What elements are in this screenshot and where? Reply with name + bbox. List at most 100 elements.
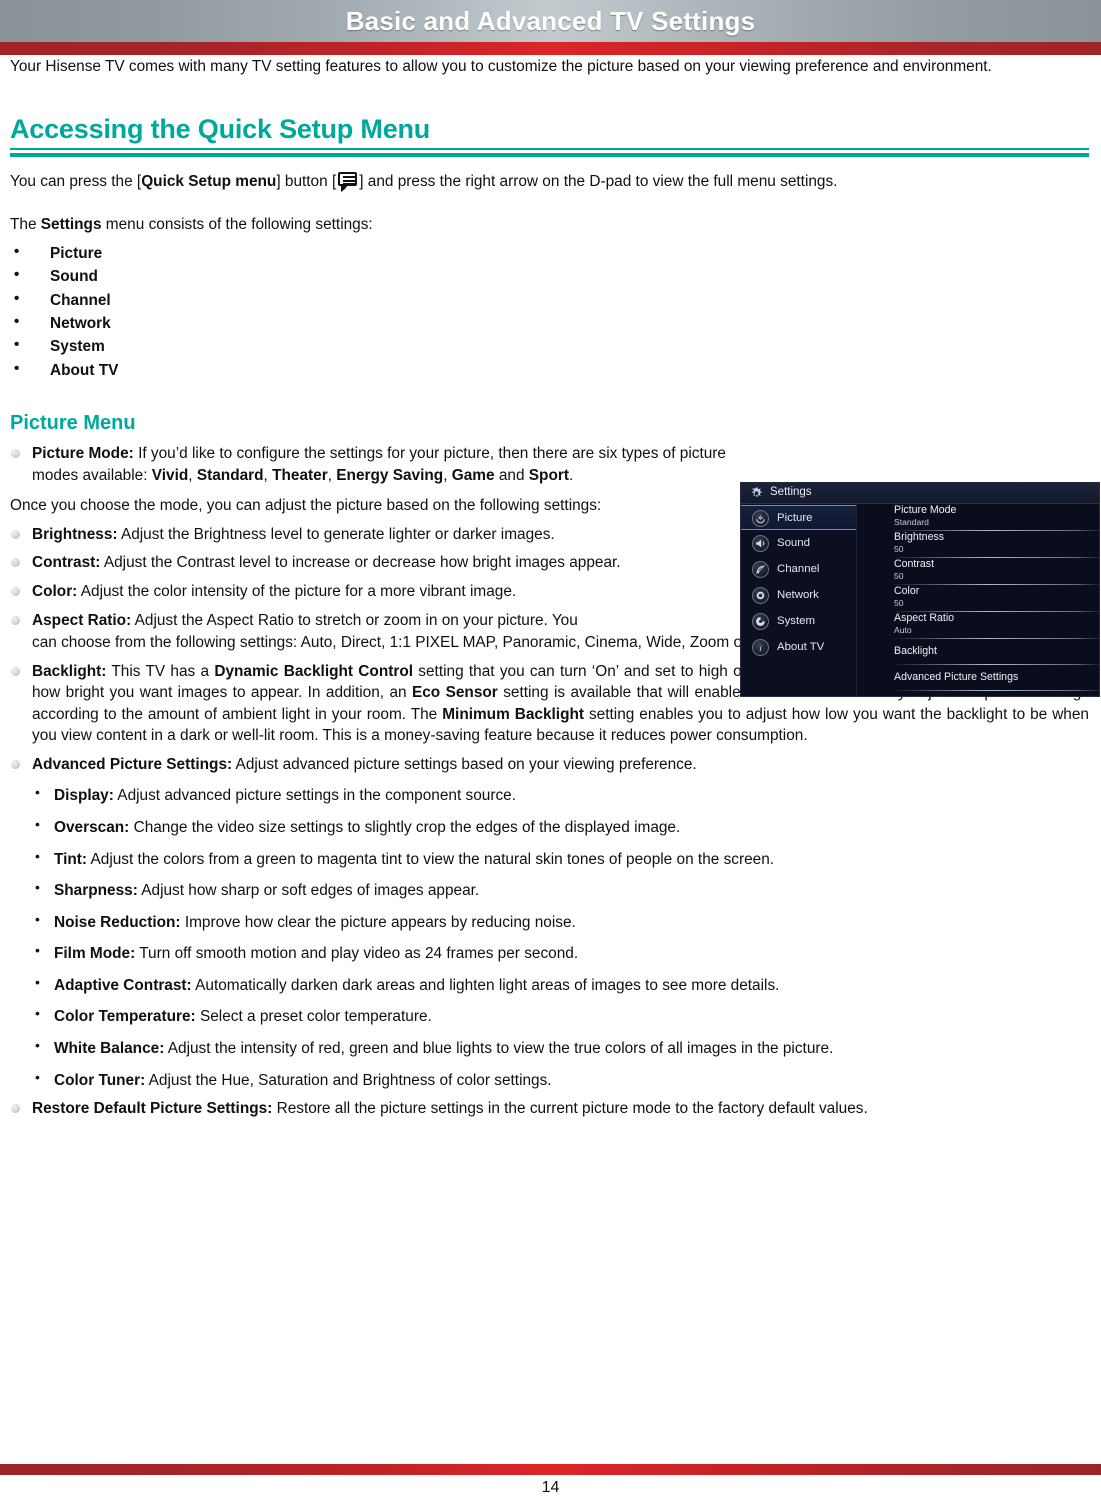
header-red-rule bbox=[0, 42, 1101, 55]
sidebar-item-system[interactable]: System bbox=[741, 609, 856, 634]
mode-vivid: Vivid bbox=[151, 466, 189, 484]
bullet-label: Restore Default Picture Settings: bbox=[32, 1100, 273, 1118]
bullet-label: Advanced Picture Settings: bbox=[32, 755, 233, 773]
tv-setting-row-picture-mode[interactable]: Picture Mode Standard bbox=[888, 504, 1099, 531]
list-item: System bbox=[10, 334, 1089, 358]
sub-bullet-label: Display: bbox=[54, 787, 114, 805]
bullet-label: Color: bbox=[32, 582, 78, 600]
bullet-contrast: Contrast: Adjust the Contrast level to i… bbox=[10, 552, 726, 574]
sub-bullet-adaptive-contrast: Adaptive Contrast: Automatically darken … bbox=[10, 973, 1089, 997]
tv-row-separator bbox=[894, 664, 1099, 665]
sub-bullet-text: Select a preset color temperature. bbox=[195, 1008, 432, 1026]
mode-standard: Standard bbox=[196, 466, 264, 484]
sidebar-item-channel[interactable]: Channel bbox=[741, 557, 856, 582]
picture-icon bbox=[752, 510, 769, 527]
section-heading-divider bbox=[10, 147, 1089, 157]
tv-row-separator bbox=[894, 690, 1099, 691]
instruction-text-mid: ] button [ bbox=[276, 172, 337, 190]
tv-setting-label: Contrast bbox=[894, 558, 935, 570]
term-minimum-backlight: Minimum Backlight bbox=[442, 705, 584, 723]
list-item: Sound bbox=[10, 264, 1089, 288]
sidebar-item-sound[interactable]: Sound bbox=[741, 531, 856, 556]
bullet-text: Adjust the Aspect Ratio to stretch or zo… bbox=[131, 611, 578, 629]
sub-bullet-text: Adjust the Hue, Saturation and Brightnes… bbox=[145, 1071, 552, 1089]
tv-setting-value: 50 bbox=[894, 571, 904, 581]
bullet-picture-mode: Picture Mode: If you’d like to configure… bbox=[10, 443, 726, 486]
sidebar-item-picture[interactable]: Picture bbox=[741, 505, 856, 530]
bullet-label: Brightness: bbox=[32, 525, 118, 543]
sub-bullet-tint: Tint: Adjust the colors from a green to … bbox=[10, 847, 1089, 871]
term-eco-sensor: Eco Sensor bbox=[411, 684, 498, 702]
page-title: Basic and Advanced TV Settings bbox=[345, 6, 756, 36]
tv-setting-row-aspect-ratio[interactable]: Aspect Ratio Auto bbox=[888, 612, 1099, 639]
tv-setting-value: Auto bbox=[894, 625, 912, 635]
tv-menu-title: Settings bbox=[770, 486, 812, 498]
sidebar-item-label: Network bbox=[777, 589, 819, 601]
tv-setting-row-restore-default-picture-settings[interactable]: Restore Default Picture Settings bbox=[888, 695, 1099, 696]
sub-bullet-label: Color Temperature: bbox=[54, 1008, 196, 1026]
footer-red-rule bbox=[0, 1464, 1101, 1475]
quick-setup-instruction: You can press the [Quick Setup menu] but… bbox=[10, 171, 1089, 193]
once-you-choose-paragraph: Once you choose the mode, you can adjust… bbox=[10, 497, 602, 515]
sub-bullet-color-tuner: Color Tuner: Adjust the Hue, Saturation … bbox=[10, 1068, 1089, 1092]
tv-setting-row-backlight[interactable]: Backlight bbox=[888, 643, 1099, 665]
menu-icon bbox=[338, 171, 358, 192]
settings-intro-bold: Settings bbox=[40, 216, 102, 234]
sub-bullet-text: Automatically darken dark areas and ligh… bbox=[191, 976, 780, 994]
mode-energy-saving: Energy Saving bbox=[336, 466, 444, 484]
sub-bullet-label: Film Mode: bbox=[54, 945, 136, 963]
sub-bullet-white-balance: White Balance: Adjust the intensity of r… bbox=[10, 1036, 1089, 1060]
tv-settings-screenshot: Settings Picture Sound Channel Network S… bbox=[740, 482, 1100, 697]
settings-menu-list: Picture Sound Channel Network System Abo… bbox=[10, 241, 1089, 382]
tv-setting-row-contrast[interactable]: Contrast 50 bbox=[888, 558, 1099, 585]
sidebar-item-label: Sound bbox=[777, 537, 810, 549]
tv-menu-body: Picture Sound Channel Network System i A… bbox=[741, 504, 1099, 696]
tv-setting-value: 50 bbox=[894, 544, 904, 554]
bullet-text: Adjust the color intensity of the pictur… bbox=[77, 582, 517, 600]
svg-text:i: i bbox=[759, 643, 762, 653]
settings-intro-post: menu consists of the following settings: bbox=[101, 216, 373, 234]
sub-bullet-text: Adjust advanced picture settings in the … bbox=[113, 787, 516, 805]
sub-bullet-overscan: Overscan: Change the video size settings… bbox=[10, 815, 1089, 839]
bullet-label: Contrast: bbox=[32, 554, 101, 572]
sub-bullet-label: Color Tuner: bbox=[54, 1071, 146, 1089]
sub-bullet-text: Turn off smooth motion and play video as… bbox=[135, 945, 579, 963]
tv-setting-label: Aspect Ratio bbox=[894, 612, 955, 624]
instruction-text-pre: You can press the [ bbox=[10, 172, 142, 190]
sidebar-item-about-tv[interactable]: i About TV bbox=[741, 635, 856, 660]
sub-bullet-label: Overscan: bbox=[54, 819, 130, 836]
page-footer: 14 bbox=[0, 1447, 1101, 1507]
tv-setting-label: Brightness bbox=[894, 531, 945, 543]
bullet-restore-default-picture-settings: Restore Default Picture Settings: Restor… bbox=[10, 1098, 1089, 1120]
mode-theater: Theater bbox=[272, 466, 328, 484]
tv-setting-row-color[interactable]: Color 50 bbox=[888, 585, 1099, 612]
sidebar-item-label: About TV bbox=[777, 641, 825, 653]
info-icon: i bbox=[752, 639, 769, 656]
settings-list-intro: The Settings menu consists of the follow… bbox=[10, 214, 1089, 236]
bullet-text: Restore all the picture settings in the … bbox=[272, 1100, 868, 1118]
system-icon bbox=[752, 613, 769, 630]
sub-bullet-text: Adjust how sharp or soft edges of images… bbox=[137, 882, 480, 900]
tv-setting-row-advanced-picture-settings[interactable]: Advanced Picture Settings bbox=[888, 669, 1099, 691]
sub-bullet-noise-reduction: Noise Reduction: Improve how clear the p… bbox=[10, 910, 1089, 934]
section-heading-accessing-quick-setup: Accessing the Quick Setup Menu bbox=[10, 113, 431, 144]
bullet-label: Picture Mode: bbox=[32, 445, 134, 463]
bullet-brightness: Brightness: Adjust the Brightness level … bbox=[10, 524, 726, 546]
sound-icon bbox=[752, 535, 769, 552]
sub-bullet-sharpness: Sharpness: Adjust how sharp or soft edge… bbox=[10, 878, 1089, 902]
network-icon bbox=[752, 587, 769, 604]
divider-line-thin bbox=[10, 147, 1089, 150]
list-item: About TV bbox=[10, 358, 1089, 382]
bullet-advanced-picture-settings: Advanced Picture Settings: Adjust advanc… bbox=[10, 754, 1089, 776]
sub-bullet-text: Adjust the colors from a green to magent… bbox=[87, 850, 775, 868]
bullet-label: Aspect Ratio: bbox=[32, 611, 132, 629]
tv-row-separator bbox=[894, 638, 1099, 639]
sub-bullet-text: Improve how clear the picture appears by… bbox=[180, 913, 576, 931]
sidebar-item-network[interactable]: Network bbox=[741, 583, 856, 608]
page-number: 14 bbox=[541, 1479, 560, 1496]
mode-game: Game bbox=[451, 466, 495, 484]
tv-menu-settings-panel: Picture Mode Standard Brightness 50 Cont… bbox=[888, 504, 1099, 696]
term-dynamic-backlight-control: Dynamic Backlight Control bbox=[214, 662, 414, 680]
tv-setting-row-brightness[interactable]: Brightness 50 bbox=[888, 531, 1099, 558]
tv-setting-label: Advanced Picture Settings bbox=[894, 671, 1019, 683]
